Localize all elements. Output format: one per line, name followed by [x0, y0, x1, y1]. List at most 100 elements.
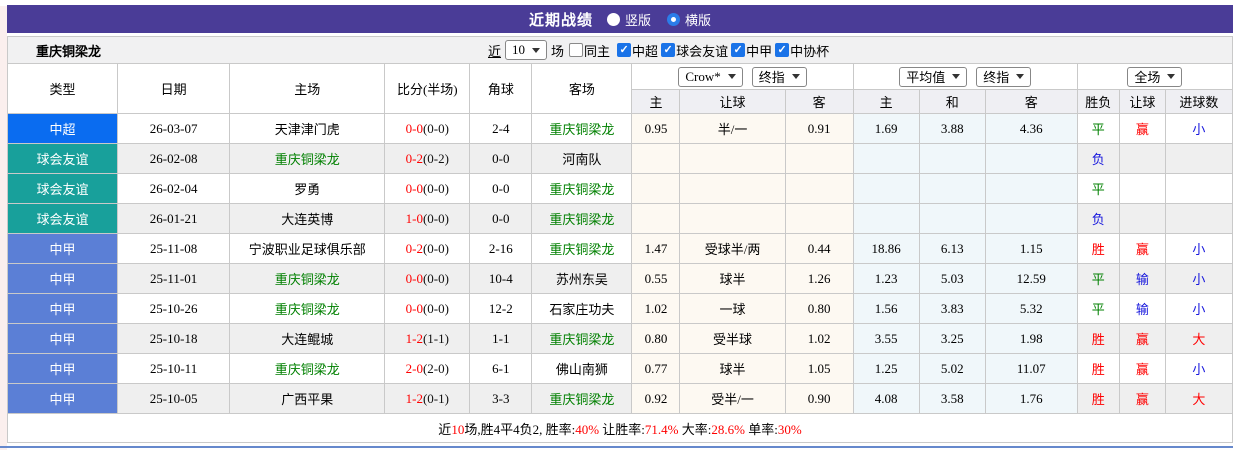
result-goals: [1164, 203, 1233, 234]
team-name: 重庆铜梁龙: [36, 43, 102, 59]
col-header-crow-home: 主: [631, 89, 681, 114]
halftime-score: (0-0): [422, 240, 449, 256]
page-left-stripe: [0, 6, 7, 450]
odds-avg-home: 1.69: [852, 113, 920, 144]
corner-score: 0-0: [469, 143, 533, 174]
league-checkbox[interactable]: [661, 43, 676, 57]
table-row: 中甲 25-10-18 大连鲲城 1-2(1-1) 1-1 重庆铜梁龙 0.80 受半球 1.0…: [6, 323, 1233, 354]
result-handicap: [1118, 203, 1166, 234]
odds-crow-home: [631, 143, 681, 174]
odds-crow-handicap: [679, 203, 786, 234]
result-winloss: 胜: [1076, 233, 1120, 264]
away-team: 重庆铜梁龙: [531, 173, 633, 204]
summary-segment: 71.4%: [644, 421, 679, 437]
average-stage-value: 终指: [983, 70, 1010, 85]
view-option[interactable]: 横版: [667, 10, 711, 29]
result-handicap: [1118, 143, 1166, 174]
fulltime-score: 2-0: [405, 360, 423, 376]
table-row: 球会友谊 26-01-21 大连英博 1-0(0-0) 0-0 重庆铜梁龙负: [6, 203, 1233, 234]
summary-segment: 场,胜4平4负2, 胜率:: [464, 421, 576, 437]
odds-crow-handicap: 受半球: [679, 323, 786, 354]
fulltime-score: 0-0: [405, 300, 423, 316]
odds-avg-home: 4.08: [852, 383, 920, 414]
home-team: 宁波职业足球俱乐部: [229, 233, 386, 264]
col-header-away: 客场: [531, 63, 633, 114]
table-row: 球会友谊 26-02-08 重庆铜梁龙 0-2(0-2) 0-0 河南队负: [6, 143, 1233, 174]
fulltime-score: 0-0: [405, 180, 423, 196]
odds-avg-away: 5.32: [984, 293, 1078, 324]
match-date: 25-11-08: [117, 233, 231, 264]
view-option-label: 横版: [685, 12, 712, 28]
odds-avg-draw: 5.03: [918, 263, 986, 294]
bookmaker-stage-select[interactable]: 终指: [751, 66, 807, 87]
bookmaker-select[interactable]: Crow*: [678, 66, 743, 87]
odds-group-result: 全场: [1076, 63, 1233, 90]
summary-segment: 10: [451, 421, 465, 437]
result-handicap: 赢: [1118, 323, 1166, 354]
away-team: 重庆铜梁龙: [531, 113, 633, 144]
away-team: 苏州东吴: [531, 263, 633, 294]
odds-avg-away: 1.15: [984, 233, 1078, 264]
radio-icon[interactable]: [667, 12, 680, 26]
match-score: 2-0(2-0): [384, 353, 471, 384]
radio-icon[interactable]: [606, 12, 620, 26]
result-goals: [1164, 173, 1233, 204]
match-type-badge: 中甲: [6, 353, 119, 384]
corner-score: 2-16: [469, 233, 533, 264]
match-type-badge: 球会友谊: [6, 173, 119, 204]
same-home-checkbox[interactable]: [569, 43, 584, 57]
odds-avg-away: 1.98: [984, 323, 1078, 354]
col-header-crow-away: 客: [784, 89, 854, 114]
summary-segment: 近: [438, 421, 452, 437]
view-option[interactable]: 竖版: [606, 10, 651, 29]
league-checkbox[interactable]: [731, 43, 746, 57]
result-goals: 小: [1164, 293, 1233, 324]
odds-avg-draw: 6.13: [918, 233, 986, 264]
odds-crow-away: 0.90: [784, 383, 854, 414]
fulltime-score: 1-2: [405, 330, 423, 346]
home-team: 天津津门虎: [229, 113, 386, 144]
average-select[interactable]: 平均值: [899, 66, 968, 87]
halftime-score: (0-1): [422, 390, 449, 406]
home-team: 大连鲲城: [229, 323, 386, 354]
fulltime-score: 0-0: [405, 120, 423, 136]
period-select[interactable]: 全场: [1127, 66, 1183, 87]
result-goals: 小: [1164, 113, 1233, 144]
result-goals: 大: [1164, 383, 1233, 414]
col-header-score: 比分(半场): [384, 63, 471, 114]
match-date: 25-10-05: [117, 383, 231, 414]
result-winloss: 胜: [1076, 383, 1120, 414]
result-winloss: 平: [1076, 113, 1120, 144]
odds-avg-draw: [918, 173, 986, 204]
recent-count-select[interactable]: 10: [505, 40, 548, 60]
away-team: 重庆铜梁龙: [531, 233, 633, 264]
fulltime-score: 0-2: [405, 240, 423, 256]
fulltime-score: 0-2: [405, 150, 423, 166]
home-team: 大连英博: [229, 203, 386, 234]
table-row: 中甲 25-11-01 重庆铜梁龙 0-0(0-0) 10-4 苏州东吴 0.55 球半 1.2…: [6, 263, 1233, 294]
match-date: 25-10-26: [117, 293, 231, 324]
bookmaker-stage-value: 终指: [758, 70, 785, 85]
home-team: 重庆铜梁龙: [229, 263, 386, 294]
chevron-down-icon: [952, 74, 961, 79]
col-header-avg-away: 客: [984, 89, 1078, 114]
home-team: 罗勇: [229, 173, 386, 204]
league-checkbox[interactable]: [775, 43, 790, 57]
odds-crow-away: [784, 173, 854, 204]
result-winloss: 平: [1076, 173, 1120, 204]
match-type-badge: 球会友谊: [6, 203, 119, 234]
league-filter: 球会友谊: [660, 41, 730, 60]
fulltime-score: 1-2: [405, 390, 423, 406]
filter-band: 重庆铜梁龙 近 10 场 同主 中超 球会友谊 中甲 中协杯: [7, 36, 1233, 63]
col-header-date: 日期: [117, 63, 231, 114]
odds-crow-handicap: 受球半/两: [679, 233, 786, 264]
average-stage-select[interactable]: 终指: [976, 66, 1032, 87]
league-checkbox[interactable]: [617, 43, 632, 57]
match-type-badge: 中甲: [6, 233, 119, 264]
odds-avg-away: 12.59: [984, 263, 1078, 294]
recent-link[interactable]: 近: [488, 41, 501, 60]
away-team: 重庆铜梁龙: [531, 383, 633, 414]
fulltime-score: 0-0: [405, 270, 423, 286]
odds-avg-away: 4.36: [984, 113, 1078, 144]
result-goals: [1164, 143, 1233, 174]
